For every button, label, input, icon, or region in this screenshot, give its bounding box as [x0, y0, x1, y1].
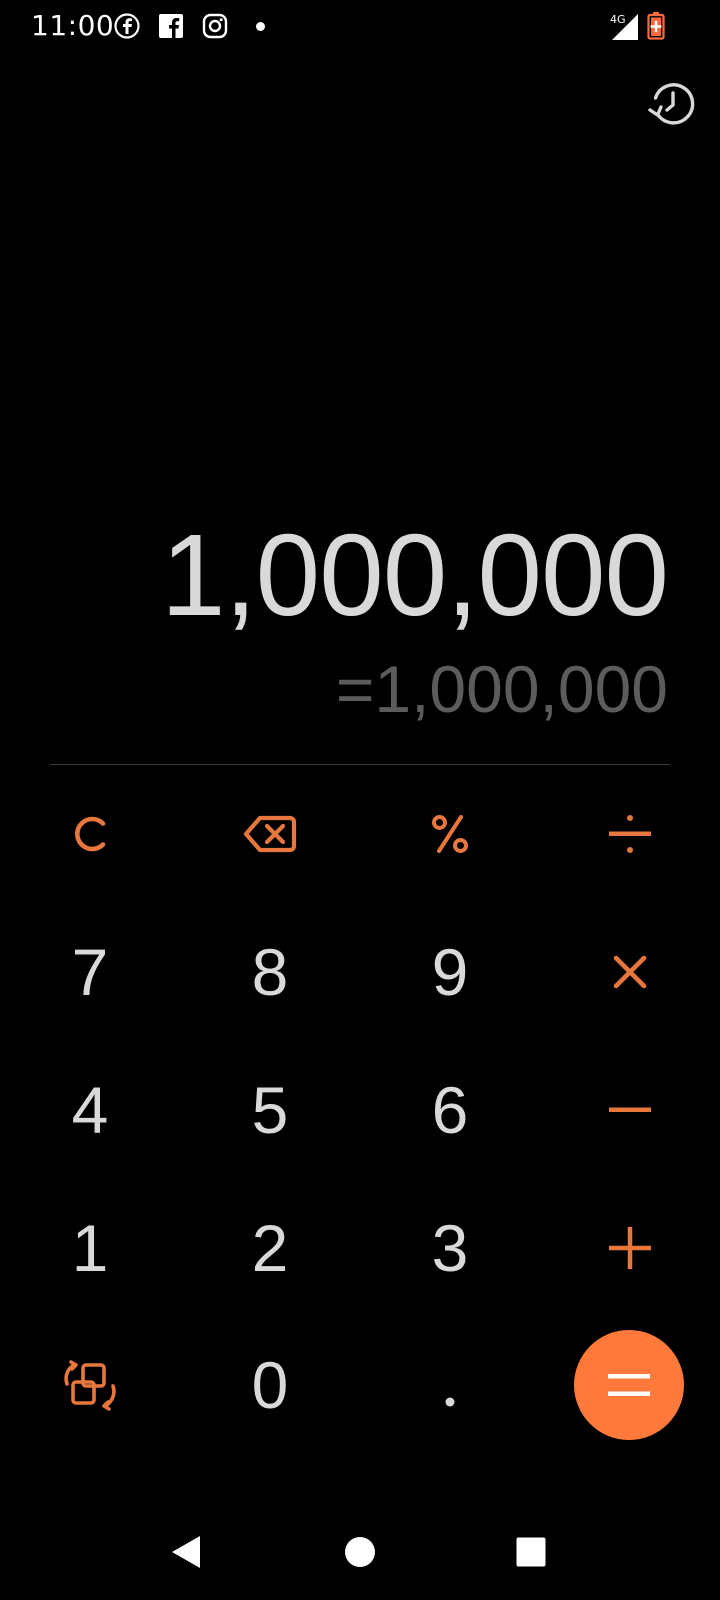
clear-button[interactable]	[25, 779, 155, 889]
converter-button[interactable]	[25, 1330, 155, 1440]
minus-icon	[609, 1107, 651, 1112]
status-time: 11:00	[31, 9, 115, 42]
decimal-button[interactable]	[385, 1330, 515, 1440]
result-preview: =1,000,000	[335, 652, 668, 726]
facebook-icon	[159, 14, 183, 38]
percent-icon	[432, 815, 468, 853]
backspace-icon	[243, 815, 297, 853]
plus-button[interactable]	[565, 1193, 695, 1303]
facebook-messenger-icon	[114, 13, 140, 39]
nav-back-button[interactable]	[164, 1530, 208, 1574]
plus-icon	[609, 1227, 651, 1269]
percent-button[interactable]	[385, 779, 515, 889]
converter-icon	[64, 1360, 116, 1411]
history-icon	[648, 83, 695, 125]
digit-2-button[interactable]: 2	[205, 1193, 335, 1303]
divide-icon	[609, 815, 651, 853]
equals-icon	[608, 1374, 650, 1396]
equals-button[interactable]	[574, 1330, 684, 1440]
digit-5-button[interactable]: 5	[205, 1055, 335, 1165]
digit-8-button[interactable]: 8	[205, 917, 335, 1027]
clear-icon	[75, 816, 106, 852]
backspace-button[interactable]	[205, 779, 335, 889]
digit-0-button[interactable]: 0	[205, 1330, 335, 1440]
home-circle-icon	[345, 1537, 375, 1567]
minus-button[interactable]	[565, 1055, 695, 1165]
digit-4-button[interactable]: 4	[25, 1055, 155, 1165]
back-triangle-icon	[172, 1536, 200, 1568]
digit-7-button[interactable]: 7	[25, 917, 155, 1027]
digit-1-button[interactable]: 1	[25, 1193, 155, 1303]
battery-saver-icon	[647, 12, 665, 40]
divide-button[interactable]	[565, 779, 695, 889]
recents-square-icon	[516, 1537, 546, 1567]
multiply-button[interactable]	[565, 917, 695, 1027]
expression-display: 1,000,000	[160, 510, 669, 640]
history-button[interactable]	[646, 79, 696, 129]
instagram-icon	[202, 13, 228, 39]
digit-9-button[interactable]: 9	[385, 917, 515, 1027]
multiply-icon	[613, 955, 647, 989]
notification-dot-icon	[256, 22, 265, 31]
status-bar: 11:00 4G	[0, 0, 720, 54]
decimal-point-icon	[445, 1397, 455, 1407]
display-divider	[50, 764, 670, 765]
network-type-label: 4G	[610, 13, 626, 26]
nav-home-button[interactable]	[338, 1530, 382, 1574]
digit-6-button[interactable]: 6	[385, 1055, 515, 1165]
digit-3-button[interactable]: 3	[385, 1193, 515, 1303]
nav-recents-button[interactable]	[509, 1530, 553, 1574]
